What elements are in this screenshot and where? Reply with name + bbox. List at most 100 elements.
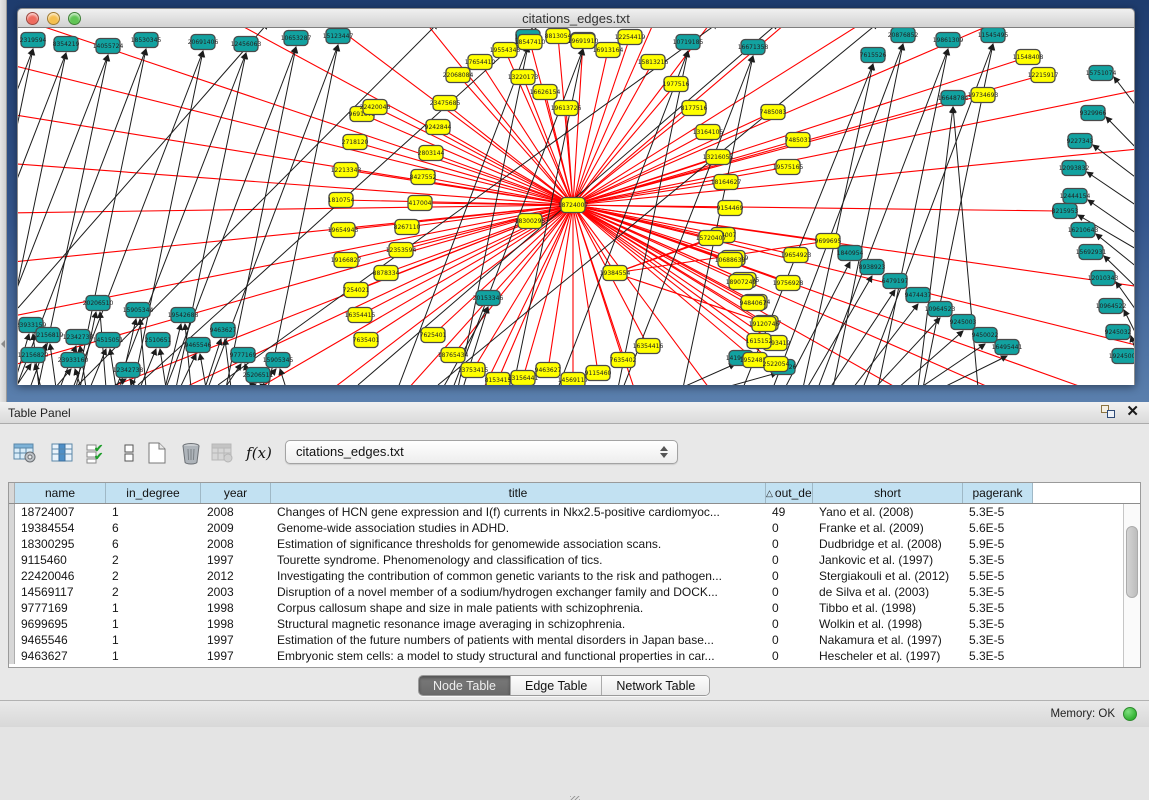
- yellow-node[interactable]: 9463627: [535, 363, 562, 378]
- column-header-pagerank[interactable]: pagerank: [963, 483, 1033, 503]
- column-header-name[interactable]: name: [15, 483, 106, 503]
- yellow-node[interactable]: 22068084: [443, 68, 474, 83]
- cell-title[interactable]: Tourette syndrome. Phenomenology and cla…: [271, 552, 766, 568]
- cell-short[interactable]: Stergiakouli et al. (2012): [813, 568, 963, 584]
- yellow-node[interactable]: 12213343: [331, 163, 362, 178]
- red-edge[interactable]: [18, 113, 573, 205]
- yellow-node[interactable]: 16626154: [530, 85, 561, 100]
- collapse-arrow-icon[interactable]: [1, 340, 5, 348]
- teal-node[interactable]: 2319594: [20, 33, 47, 48]
- yellow-node[interactable]: 7635401: [353, 333, 380, 348]
- yellow-node[interactable]: 19734693: [968, 88, 999, 103]
- teal-node[interactable]: 9245032: [1105, 325, 1132, 340]
- teal-node[interactable]: 9463627: [210, 323, 237, 338]
- teal-node[interactable]: 20206510: [83, 296, 114, 311]
- cell-in_degree[interactable]: 1: [106, 504, 201, 520]
- teal-node[interactable]: 9777169: [230, 348, 257, 363]
- yellow-node[interactable]: 19654923: [781, 248, 812, 263]
- yellow-node[interactable]: 7635402: [610, 353, 637, 368]
- cell-year[interactable]: 1998: [201, 616, 271, 632]
- yellow-node[interactable]: 8878334: [373, 266, 400, 281]
- yellow-node[interactable]: 2803144: [418, 146, 445, 161]
- black-edge[interactable]: [953, 107, 978, 385]
- teal-node[interactable]: 10964522: [1096, 299, 1127, 314]
- yellow-node[interactable]: 1977516: [663, 77, 690, 92]
- teal-node[interactable]: 12342737: [63, 330, 94, 345]
- yellow-node[interactable]: 18300295: [515, 214, 546, 229]
- function-builder-button[interactable]: f(x): [244, 438, 274, 468]
- network-window[interactable]: citations_edges.txt 23195948354219140557…: [17, 8, 1135, 385]
- black-edge[interactable]: [681, 364, 735, 385]
- yellow-node[interactable]: 9115460: [585, 366, 612, 381]
- yellow-node[interactable]: 19613726: [551, 101, 582, 116]
- import-table-button[interactable]: [208, 438, 238, 468]
- cell-short[interactable]: de Silva et al. (2003): [813, 584, 963, 600]
- cell-in_degree[interactable]: 1: [106, 616, 201, 632]
- yellow-node[interactable]: 2522054: [763, 357, 790, 372]
- table-row[interactable]: 2242004622012Investigating the contribut…: [9, 568, 1140, 584]
- cell-pagerank[interactable]: 5.3E-5: [963, 584, 1033, 600]
- yellow-node[interactable]: 23475685: [430, 96, 461, 111]
- cell-name[interactable]: 18724007: [15, 504, 106, 520]
- hub-node[interactable]: 18724007: [558, 198, 589, 213]
- cell-year[interactable]: 1997: [201, 552, 271, 568]
- vertical-scrollbar[interactable]: [1123, 504, 1140, 667]
- column-header-title[interactable]: title: [271, 483, 766, 503]
- teal-node[interactable]: 12342738: [113, 363, 144, 378]
- teal-node[interactable]: 11545495: [978, 28, 1009, 43]
- cell-title[interactable]: Investigating the contribution of common…: [271, 568, 766, 584]
- cell-title[interactable]: Estimation of significance thresholds fo…: [271, 536, 766, 552]
- tab-network-table[interactable]: Network Table: [602, 676, 709, 695]
- teal-node[interactable]: 19245003: [1109, 349, 1134, 364]
- memory-status-indicator[interactable]: [1123, 707, 1137, 721]
- scrollbar-thumb[interactable]: [1126, 526, 1138, 598]
- teal-node[interactable]: 6479197: [882, 274, 909, 289]
- yellow-node[interactable]: 8177516: [681, 101, 708, 116]
- black-edge[interactable]: [723, 373, 777, 385]
- black-edge[interactable]: [918, 107, 953, 385]
- column-header-out_degree[interactable]: △out_de...: [766, 483, 813, 503]
- cell-name[interactable]: 18300295: [15, 536, 106, 552]
- cell-short[interactable]: Yano et al. (2008): [813, 504, 963, 520]
- cell-title[interactable]: Genome-wide association studies in ADHD.: [271, 520, 766, 536]
- cell-short[interactable]: Wolkin et al. (1998): [813, 616, 963, 632]
- cell-year[interactable]: 1998: [201, 600, 271, 616]
- yellow-node[interactable]: 16354415: [345, 308, 376, 323]
- table-row[interactable]: 969969511998Structural magnetic resonanc…: [9, 616, 1140, 632]
- table-row[interactable]: 1456911722003Disruption of a novel membe…: [9, 584, 1140, 600]
- cell-short[interactable]: Nakamura et al. (1997): [813, 632, 963, 648]
- cell-in_degree[interactable]: 2: [106, 568, 201, 584]
- red-edge[interactable]: [453, 205, 573, 355]
- float-panel-icon[interactable]: [1101, 404, 1116, 419]
- yellow-node[interactable]: 1615152: [746, 334, 773, 349]
- teal-node[interactable]: 16648784: [938, 91, 969, 106]
- table-row[interactable]: 977716911998Corpus callosum shape and si…: [9, 600, 1140, 616]
- network-canvas[interactable]: 2319594835421914055724185303452069140612…: [17, 28, 1135, 385]
- yellow-node[interactable]: 8267110: [394, 220, 421, 235]
- teal-node[interactable]: 16495441: [992, 340, 1023, 355]
- teal-node[interactable]: 1840954: [837, 246, 864, 261]
- cell-pagerank[interactable]: 5.3E-5: [963, 648, 1033, 664]
- table-row[interactable]: 1938455462009Genome-wide association stu…: [9, 520, 1140, 536]
- teal-node[interactable]: 14055724: [93, 39, 124, 54]
- table-row[interactable]: 1872400712008Changes of HCN gene express…: [9, 504, 1140, 520]
- yellow-node[interactable]: 7485031: [785, 133, 812, 148]
- cell-in_degree[interactable]: 6: [106, 520, 201, 536]
- teal-node[interactable]: 9450022: [972, 328, 999, 343]
- black-edge[interactable]: [50, 344, 56, 385]
- network-window-titlebar[interactable]: citations_edges.txt: [17, 8, 1135, 28]
- cell-name[interactable]: 9777169: [15, 600, 106, 616]
- yellow-node[interactable]: 417004: [408, 196, 432, 211]
- yellow-node[interactable]: 11548408: [1013, 50, 1044, 65]
- yellow-node[interactable]: 2718120: [342, 135, 369, 150]
- red-edge[interactable]: [18, 205, 573, 213]
- cell-title[interactable]: Disruption of a novel member of a sodium…: [271, 584, 766, 600]
- black-edge[interactable]: [18, 28, 268, 308]
- yellow-node[interactable]: 8427552: [410, 170, 437, 185]
- teal-node[interactable]: 19861309: [933, 33, 964, 48]
- black-edge[interactable]: [830, 290, 895, 385]
- cell-name[interactable]: 22420046: [15, 568, 106, 584]
- red-edge[interactable]: [573, 205, 598, 373]
- yellow-node[interactable]: 18765434: [438, 348, 469, 363]
- yellow-node[interactable]: 13216053: [703, 150, 734, 165]
